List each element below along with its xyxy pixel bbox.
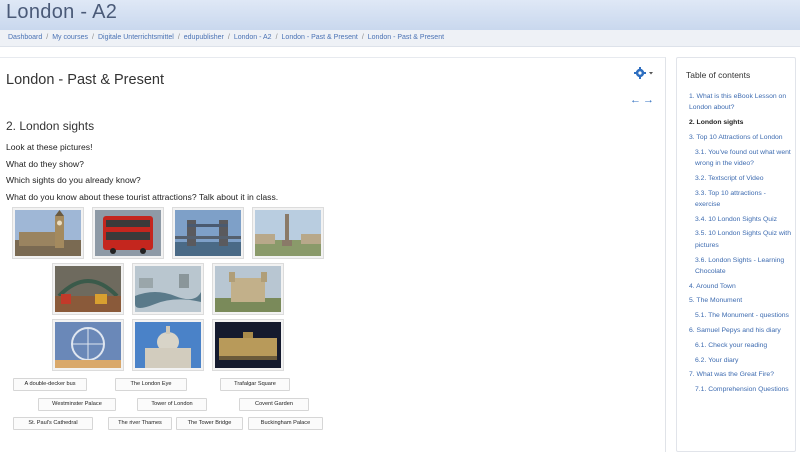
chevron-down-icon [649,72,653,75]
toc-item[interactable]: 3.4. 10 London Sights Quiz [689,214,793,225]
main-content: London - Past & Present ←→ 2. London sig… [0,57,666,452]
breadcrumb-category[interactable]: Digitale Unterrichtsmittel [98,34,174,41]
site-header: London - A2 [0,0,800,30]
toc-item[interactable]: 1. What is this eBook Lesson on London a… [689,91,793,114]
toc-item[interactable]: 5. The Monument [689,295,793,306]
breadcrumb-bar: Dashboard / My courses / Digitale Unterricht… [0,30,800,47]
photo-covent-garden [53,264,123,314]
tag-tower-bridge[interactable]: The Tower Bridge [176,417,243,430]
breadcrumb-dashboard[interactable]: Dashboard [8,34,42,41]
tag-trafalgar-square[interactable]: Trafalgar Square [220,378,290,391]
tag-westminster-palace[interactable]: Westminster Palace [38,398,116,411]
toc-item[interactable]: 6.1. Check your reading [689,340,793,351]
tag-tower-of-london[interactable]: Tower of London [137,398,207,411]
toc-item[interactable]: 4. Around Town [689,281,793,292]
photo-tower-of-london [213,264,283,314]
toc-title: Table of contents [686,70,751,80]
intro-line: What do they show? [6,158,84,169]
toc-item[interactable]: 3.5. 10 London Sights Quiz with pictures [689,228,793,251]
table-of-contents: Table of contents 1. What is this eBook … [676,57,796,452]
intro-line: What do you know about these tourist att… [6,191,279,202]
page-title: London - Past & Present [6,72,164,88]
breadcrumb-separator: / [177,34,180,41]
breadcrumb-separator: / [275,34,278,41]
tag-river-thames[interactable]: The river Thames [108,417,172,430]
breadcrumb-my-courses[interactable]: My courses [52,34,88,41]
breadcrumb-book[interactable]: London - Past & Present [282,34,358,41]
section-title: 2. London sights [6,119,95,133]
photo-buckingham-palace [213,320,283,370]
gear-icon [634,67,653,79]
tag-buckingham-palace[interactable]: Buckingham Palace [248,417,323,430]
toc-item[interactable]: 6.2. Your diary [689,355,793,366]
breadcrumb-separator: / [92,34,94,41]
tag-london-eye[interactable]: The London Eye [115,378,187,391]
photo-london-eye [53,320,123,370]
toc-item: 2. London sights [689,119,744,127]
toc-item[interactable]: 3.6. London Sights - Learning Chocolate [689,255,793,278]
toc-item[interactable]: 7. What was the Great Fire? [689,369,793,380]
toc-item[interactable]: 3. Top 10 Attractions of London [689,132,793,143]
intro-line: Which sights do you already know? [6,175,141,185]
breadcrumb-current[interactable]: London - Past & Present [368,34,444,41]
photo-tower-bridge [173,208,243,258]
tag-covent-garden[interactable]: Covent Garden [239,398,309,411]
settings-menu-button[interactable] [634,66,654,80]
breadcrumb-subcategory[interactable]: edupublisher [184,34,224,41]
breadcrumb-separator: / [361,34,364,41]
intro-line: Look at these pictures! [6,142,93,152]
site-title[interactable]: London - A2 [6,1,117,24]
intro-text: Look at these pictures! What do they sho… [6,139,278,205]
photo-st-pauls-cathedral [133,320,203,370]
breadcrumb-course[interactable]: London - A2 [234,34,272,41]
photo-trafalgar-square [253,208,323,258]
breadcrumb: Dashboard / My courses / Digitale Unterricht… [8,34,444,41]
toc-item[interactable]: 7.1. Comprehension Questions [689,384,793,395]
tag-double-decker-bus[interactable]: A double-decker bus [13,378,87,391]
tag-st-pauls-cathedral[interactable]: St. Paul's Cathedral [13,417,93,430]
chapter-nav-arrows[interactable]: ←→ [630,94,656,106]
photo-river-thames [133,264,203,314]
breadcrumb-separator: / [227,34,230,41]
breadcrumb-separator: / [46,34,49,41]
toc-item[interactable]: 6. Samuel Pepys and his diary [689,325,793,336]
photo-big-ben [13,208,83,258]
toc-item[interactable]: 3.1. You've found out what went wrong in… [689,147,793,170]
photo-double-decker-bus [93,208,163,258]
toc-item[interactable]: 5.1. The Monument - questions [689,310,793,321]
toc-item[interactable]: 3.2. Textscript of Video [689,173,793,184]
toc-item[interactable]: 3.3. Top 10 attractions - exercise [689,188,793,211]
toc-list: 1. What is this eBook Lesson on London a… [689,91,793,399]
